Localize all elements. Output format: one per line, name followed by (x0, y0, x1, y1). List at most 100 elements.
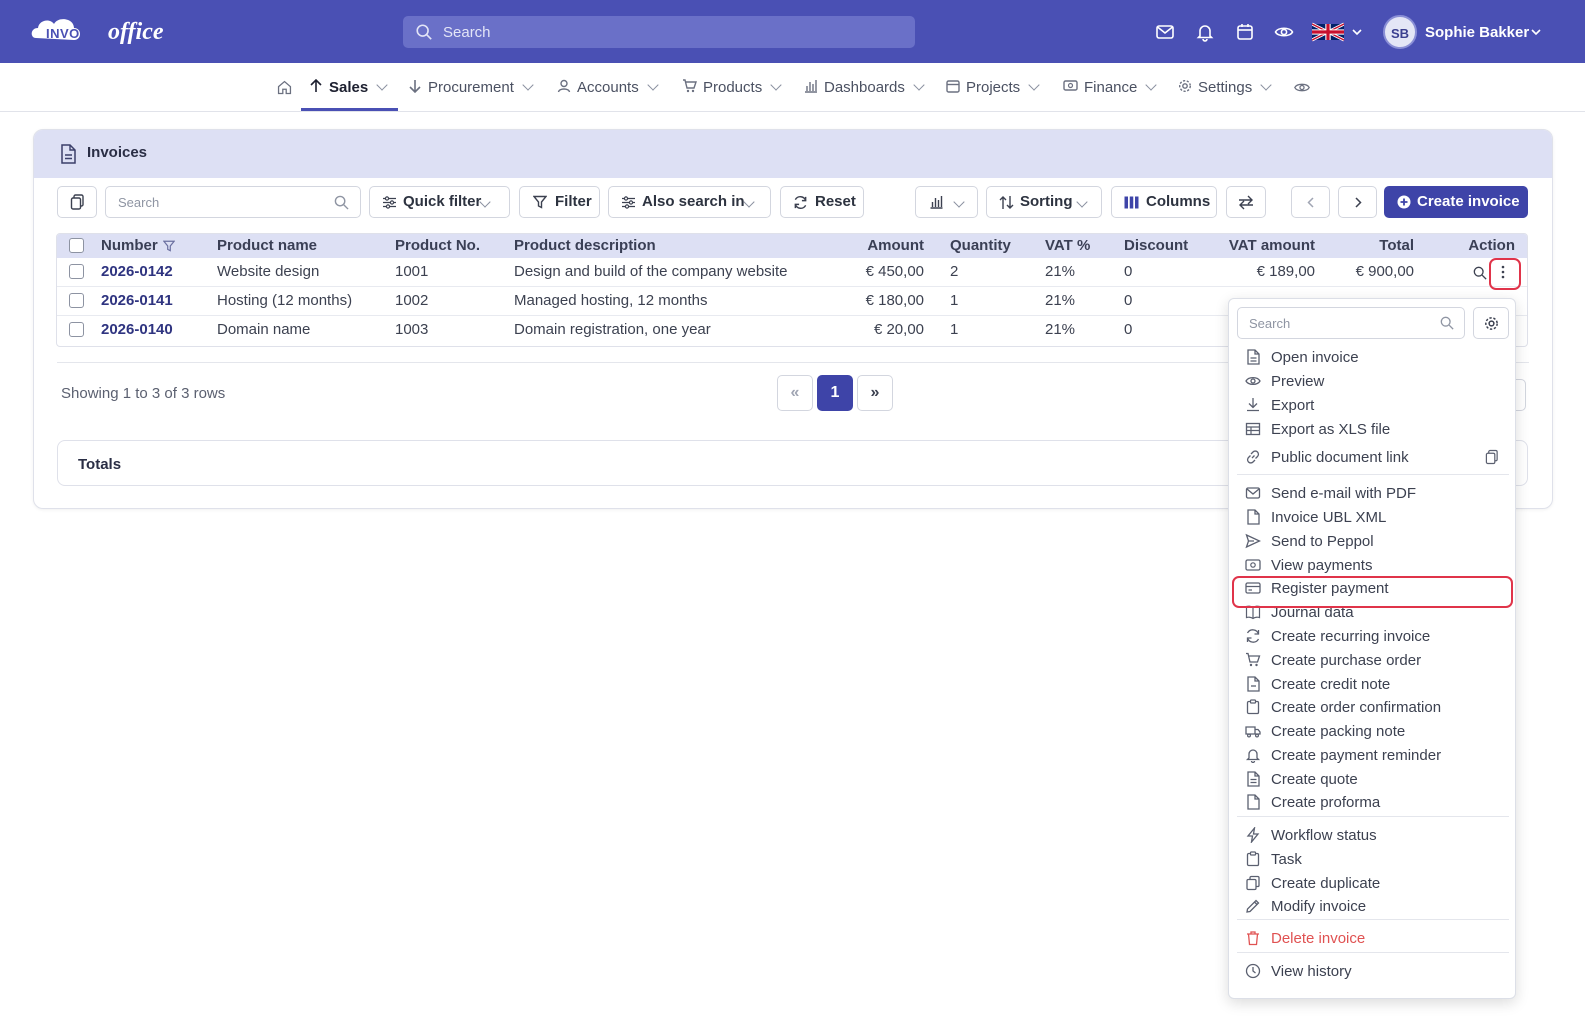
menu-item-create-proforma[interactable]: Create proforma (1229, 791, 1515, 815)
send-icon (1245, 533, 1261, 549)
invoice-number-link[interactable]: 2026-0142 (101, 263, 173, 280)
copy-button[interactable] (57, 186, 97, 218)
menu-item-create-credit-note[interactable]: Create credit note (1229, 673, 1515, 697)
menu-item-create-order-confirmation[interactable]: Create order confirmation (1229, 696, 1515, 720)
reset-button[interactable]: Reset (780, 186, 864, 218)
column-header-vat[interactable]: VAT % (1045, 237, 1090, 254)
menu-item-create-purchase-order[interactable]: Create purchase order (1229, 649, 1515, 673)
mail-icon[interactable] (1155, 22, 1175, 42)
calendar-icon[interactable] (1235, 22, 1255, 42)
pagination-page-1[interactable]: 1 (817, 375, 853, 411)
nav-item-sales[interactable]: Sales (309, 78, 388, 98)
quick-filter-button[interactable]: Quick filter (369, 186, 510, 218)
uk-flag-icon[interactable] (1312, 22, 1344, 42)
sliders-icon (383, 196, 396, 209)
menu-item-public-document-link[interactable]: Public document link (1229, 446, 1515, 470)
column-header-quantity[interactable]: Quantity (950, 237, 1011, 254)
row-checkbox[interactable] (69, 322, 84, 337)
nav-item-finance[interactable]: Finance (1063, 78, 1158, 98)
menu-item-task[interactable]: Task (1229, 848, 1515, 872)
document-icon (61, 144, 76, 164)
column-header-number[interactable]: Number (101, 237, 158, 254)
nav-item-products[interactable]: Products (682, 78, 782, 98)
pagination-prev-button[interactable]: « (777, 375, 813, 411)
swap-button[interactable] (1226, 186, 1266, 218)
nav-item-dashboards[interactable]: Dashboards (804, 78, 925, 98)
file-minus-icon (1247, 676, 1260, 692)
search-icon[interactable] (1473, 266, 1487, 280)
user-menu-chevron-down-icon[interactable] (1531, 28, 1541, 36)
prev-page-button[interactable] (1291, 186, 1330, 218)
menu-item-export[interactable]: Export (1229, 394, 1515, 418)
select-all-checkbox[interactable] (69, 238, 84, 253)
row-checkbox[interactable] (69, 264, 84, 279)
column-header-discount[interactable]: Discount (1124, 237, 1188, 254)
columns-button[interactable]: Columns (1111, 186, 1217, 218)
menu-item-delete-invoice[interactable]: Delete invoice (1229, 927, 1515, 951)
table-row[interactable]: 2026-0142 Website design 1001 Design and… (57, 258, 1527, 287)
column-header-product-no[interactable]: Product No. (395, 237, 480, 254)
action-menu-trigger-highlight (1489, 258, 1521, 290)
create-invoice-button[interactable]: Create invoice (1384, 186, 1528, 218)
column-header-amount[interactable]: Amount (867, 237, 924, 254)
menu-item-open-invoice[interactable]: Open invoice (1229, 346, 1515, 370)
nav-item-projects[interactable]: Projects (946, 78, 1040, 98)
menu-item-send-to-peppol[interactable]: Send to Peppol (1229, 530, 1515, 554)
also-search-in-button[interactable]: Also search in (608, 186, 771, 218)
logo-text-invoice: INVOICE (46, 26, 103, 41)
menu-item-label: Send to Peppol (1271, 533, 1374, 550)
nav-item-accounts[interactable]: Accounts (557, 78, 659, 98)
menu-separator (1237, 919, 1509, 920)
action-menu-search-input[interactable]: Search (1237, 307, 1465, 339)
menu-item-invoice-ubl-xml[interactable]: Invoice UBL XML (1229, 506, 1515, 530)
row-checkbox[interactable] (69, 293, 84, 308)
user-name[interactable]: Sophie Bakker (1425, 24, 1529, 41)
column-header-product-description[interactable]: Product description (514, 237, 656, 254)
menu-item-create-packing-note[interactable]: Create packing note (1229, 720, 1515, 744)
column-header-total[interactable]: Total (1379, 237, 1414, 254)
invoice-number-link[interactable]: 2026-0140 (101, 321, 173, 338)
menu-item-label: Preview (1271, 373, 1325, 390)
product-no-cell: 1003 (395, 321, 429, 338)
menu-item-create-quote[interactable]: Create quote (1229, 768, 1515, 792)
top-bar: INVOICE office Search SB Sophie Bakker (0, 0, 1585, 63)
table-search-input[interactable]: Search (105, 186, 361, 218)
funnel-icon (533, 195, 547, 209)
menu-item-export-as-xls-file[interactable]: Export as XLS file (1229, 418, 1515, 442)
sorting-label: Sorting (1020, 193, 1073, 210)
nav-item-settings[interactable]: Settings (1178, 78, 1272, 98)
sort-icon (999, 196, 1014, 209)
column-header-vat-amount[interactable]: VAT amount (1229, 237, 1315, 254)
menu-item-create-recurring-invoice[interactable]: Create recurring invoice (1229, 625, 1515, 649)
menu-item-workflow-status[interactable]: Workflow status (1229, 824, 1515, 848)
quick-filter-label: Quick filter (403, 193, 482, 210)
invoice-number-link[interactable]: 2026-0141 (101, 292, 173, 309)
column-header-product-name[interactable]: Product name (217, 237, 317, 254)
menu-item-create-payment-reminder[interactable]: Create payment reminder (1229, 744, 1515, 768)
global-search-input[interactable]: Search (403, 16, 915, 48)
menu-item-view-payments[interactable]: View payments (1229, 554, 1515, 578)
bell-icon[interactable] (1195, 22, 1215, 42)
sorting-button[interactable]: Sorting (986, 186, 1102, 218)
filter-button[interactable]: Filter (519, 186, 600, 218)
menu-item-send-e-mail-with-pdf[interactable]: Send e-mail with PDF (1229, 482, 1515, 506)
nav-item-procurement[interactable]: Procurement (408, 78, 534, 98)
menu-item-create-duplicate[interactable]: Create duplicate (1229, 872, 1515, 896)
eye-icon[interactable] (1274, 22, 1294, 42)
chart-view-button[interactable] (915, 186, 978, 218)
copy-icon[interactable] (1485, 449, 1499, 465)
create-invoice-label: Create invoice (1417, 193, 1520, 210)
app-logo[interactable]: INVOICE office (30, 12, 180, 52)
next-page-button[interactable] (1338, 186, 1377, 218)
avatar[interactable]: SB (1383, 15, 1417, 49)
menu-item-label: Open invoice (1271, 349, 1359, 366)
eye-icon[interactable] (1293, 79, 1311, 96)
language-chevron-down-icon[interactable] (1352, 28, 1362, 36)
action-menu-settings-button[interactable] (1473, 307, 1509, 339)
menu-item-modify-invoice[interactable]: Modify invoice (1229, 895, 1515, 919)
pagination-next-button[interactable]: » (857, 375, 893, 411)
funnel-icon[interactable] (163, 240, 175, 252)
menu-item-view-history[interactable]: View history (1229, 960, 1515, 984)
menu-item-preview[interactable]: Preview (1229, 370, 1515, 394)
home-icon[interactable] (276, 79, 293, 96)
